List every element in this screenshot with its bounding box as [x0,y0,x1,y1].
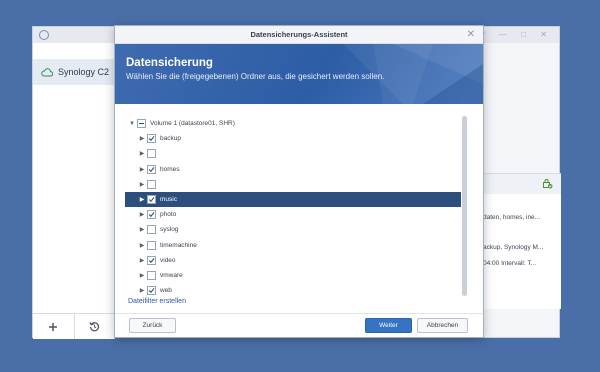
folder-label: photo [160,211,177,219]
folder-checkbox[interactable] [147,286,156,296]
folder-checkbox[interactable] [147,255,156,265]
plus-icon [49,322,58,331]
folder-tree-row[interactable]: ▼ Volume 1 (datastore01, SHR) [125,116,461,131]
backup-wizard-dialog: Datensicherungs-Assistent ✕ Datensicheru… [114,25,484,338]
folder-tree-row[interactable]: ▶ vmware [125,268,461,283]
folder-tree-row[interactable]: ▶ web [125,283,461,298]
app-logo-icon [39,30,49,40]
tree-scrollbar[interactable] [462,116,467,296]
checkmark-icon [148,166,155,172]
checkmark-icon [148,288,155,294]
caret-right-icon[interactable]: ▶ [137,272,147,279]
caret-right-icon[interactable]: ▶ [137,226,147,233]
checkmark-icon [148,212,155,218]
folder-label: backup [160,135,181,143]
folder-checkbox[interactable] [147,164,156,174]
caret-right-icon[interactable]: ▶ [137,257,147,264]
caret-right-icon[interactable]: ▶ [137,242,147,249]
folder-tree-row[interactable]: ▶ homes [125,162,461,177]
folder-label: music [160,196,177,203]
folder-label: timemachine [160,241,197,249]
folder-tree-row[interactable]: ▶ photo [125,207,461,222]
folder-checkbox[interactable] [147,271,156,280]
sidebar: Synology C2 [33,43,115,339]
folder-checkbox[interactable] [147,210,156,220]
folder-tree-row[interactable]: ▶ [125,177,461,192]
folder-checkbox[interactable] [147,195,156,204]
add-button[interactable] [33,314,75,339]
caret-right-icon[interactable]: ▶ [137,166,147,173]
lock-check-icon [543,179,553,189]
caret-right-icon[interactable]: ▶ [137,287,147,294]
folder-tree-row[interactable]: ▶ syslog [125,222,461,237]
caret-right-icon[interactable]: ▶ [137,181,147,188]
folder-checkbox[interactable] [147,225,156,235]
sidebar-item-synology-c2[interactable]: Synology C2 [33,59,115,85]
folder-checkbox[interactable] [147,149,156,159]
checkmark-icon [148,197,155,203]
folder-label: Volume 1 (datastore01, SHR) [150,120,235,127]
task-details-header [483,174,561,194]
folder-label: vmware [160,272,183,279]
folder-checkbox[interactable] [137,119,146,128]
back-button[interactable]: Zurück [129,318,176,333]
restore-button[interactable] [75,314,116,339]
cancel-button[interactable]: Abbrechen [417,318,468,333]
next-button[interactable]: Weiter [365,318,412,333]
dialog-titlebar: Datensicherungs-Assistent ✕ [115,26,483,44]
dialog-title: Datensicherungs-Assistent [250,30,348,39]
caret-right-icon[interactable]: ▶ [137,150,147,157]
folder-tree-row[interactable]: ▶ video [125,253,461,268]
dialog-banner: Datensicherung Wählen Sie die (freigegeb… [115,44,483,104]
task-detail-line: daten, homes, ine... [483,214,541,221]
folder-tree-row[interactable]: ▶ timemachine [125,238,461,253]
folder-checkbox[interactable] [147,134,156,144]
caret-right-icon[interactable]: ▶ [137,196,147,203]
checkmark-icon [148,257,155,263]
folder-checkbox[interactable] [147,179,156,189]
cloud-icon [41,67,53,76]
caret-down-icon[interactable]: ▼ [127,121,137,127]
close-icon[interactable]: ✕ [467,29,475,40]
folder-label: video [160,256,176,264]
folder-checkbox[interactable] [147,240,156,250]
window-controls[interactable]: ? — □ ✕ [480,30,553,39]
task-detail-line: 04:00 Intervall: T... [483,260,536,267]
dialog-footer: Zurück Weiter Abbrechen [115,313,483,337]
checkmark-icon [148,136,155,142]
restore-icon [89,322,100,332]
folder-tree-row[interactable]: ▶ [125,146,461,161]
sidebar-toolbar [33,313,115,339]
task-details-panel: daten, homes, ine... ackup, Synology M..… [483,173,561,309]
folder-label: homes [160,165,180,173]
folder-label: syslog [160,226,179,234]
create-file-filter-link[interactable]: Dateifilter erstellen [128,298,186,305]
caret-right-icon[interactable]: ▶ [137,135,147,142]
caret-right-icon[interactable]: ▶ [137,211,147,218]
task-detail-line: ackup, Synology M... [483,244,544,251]
sidebar-item-label: Synology C2 [58,67,110,77]
folder-tree-row[interactable]: ▶ music [125,192,461,207]
folder-tree-row[interactable]: ▶ backup [125,131,461,146]
folder-tree: ▼ Volume 1 (datastore01, SHR) ▶ backup ▶ ▶ hom… [125,116,461,312]
banner-decoration [343,44,483,104]
folder-label: web [160,287,172,295]
